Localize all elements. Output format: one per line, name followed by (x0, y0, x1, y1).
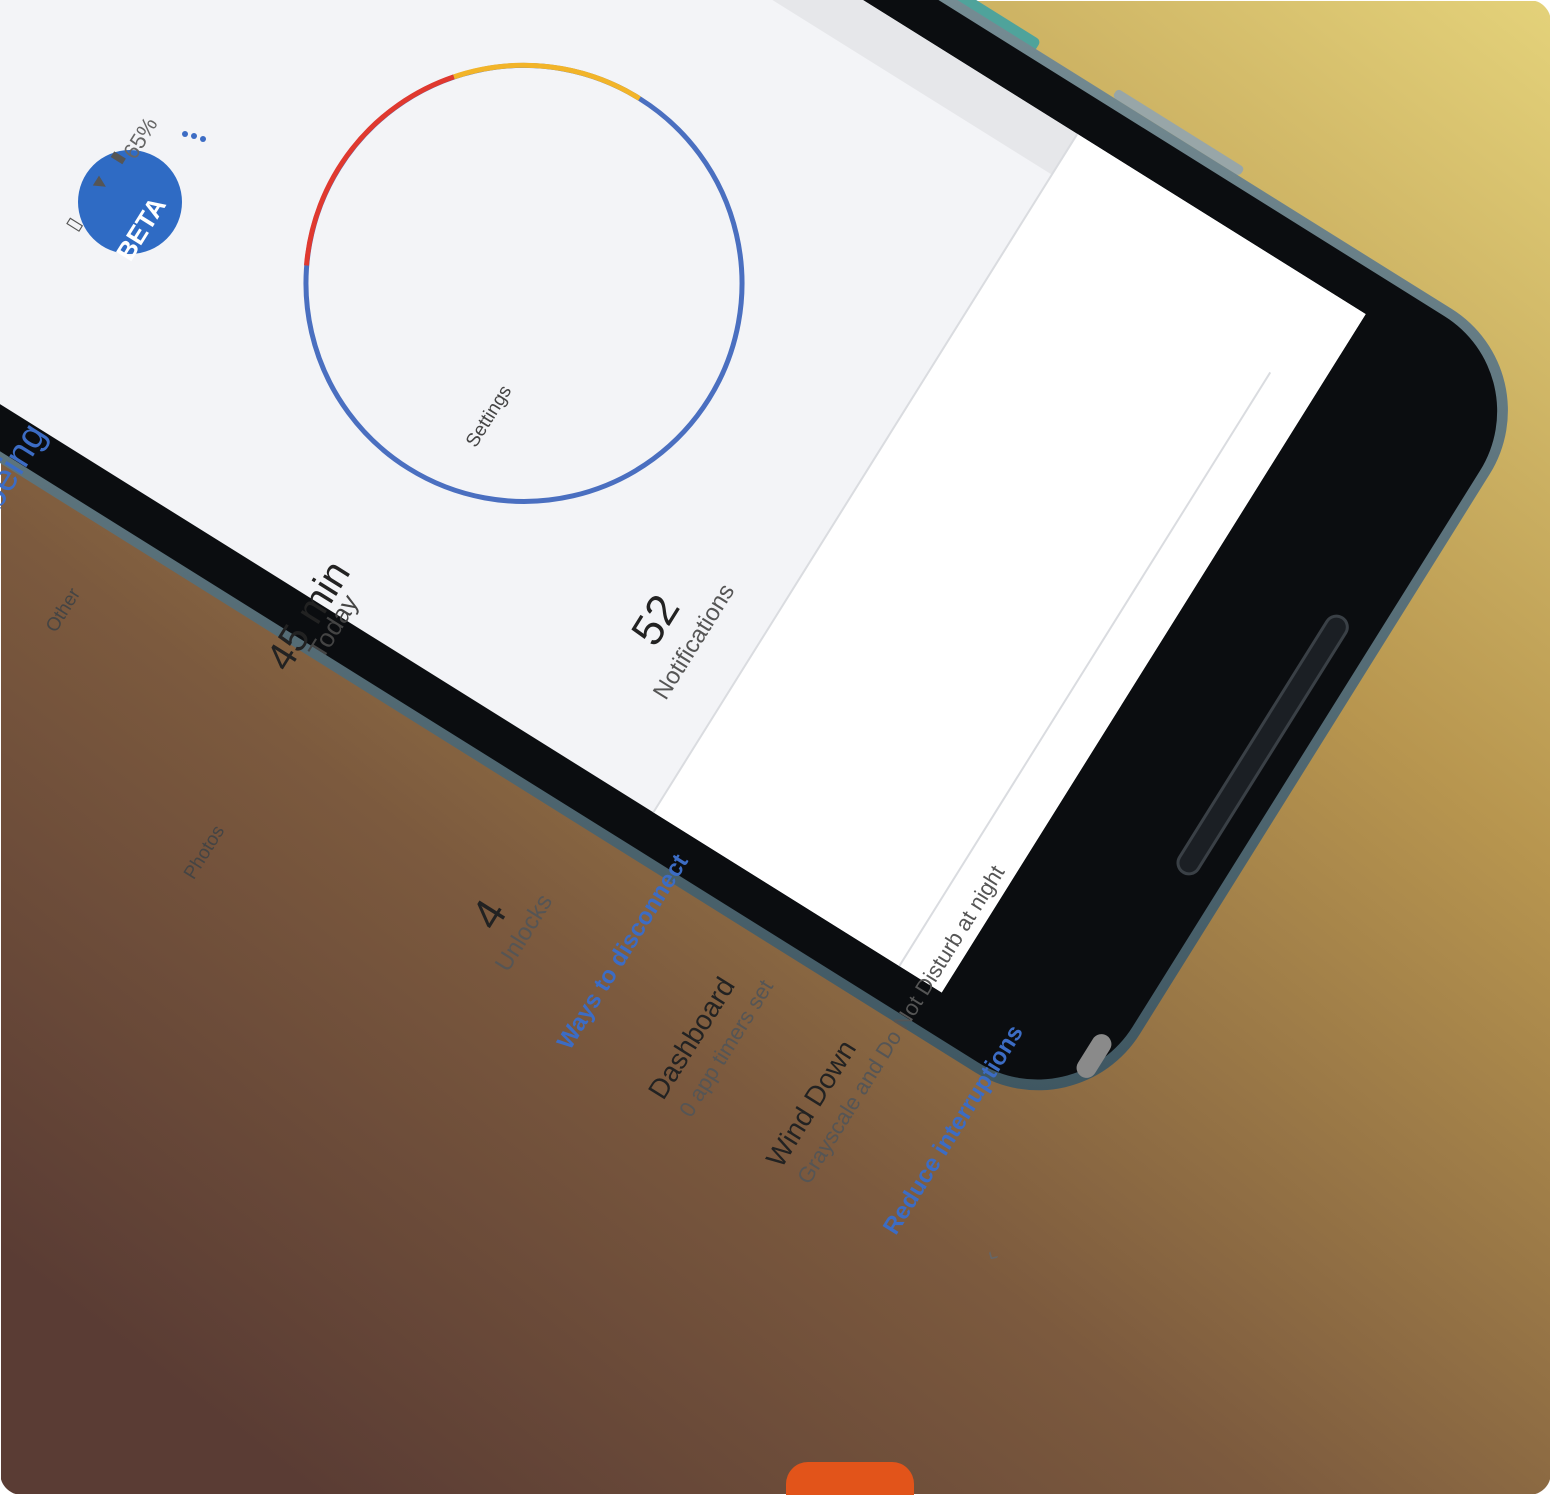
ring-segment-other (453, 62, 641, 101)
more-dots-icon[interactable] (180, 128, 210, 146)
ring-segment-photos (303, 74, 455, 266)
home-pill[interactable] (1074, 1028, 1114, 1084)
usage-ring (303, 62, 641, 266)
orange-tab (786, 1462, 914, 1495)
photo-scene: being BETA 65% ▯ ▼ ▮ 45 min Today Settin… (0, 0, 1551, 1495)
